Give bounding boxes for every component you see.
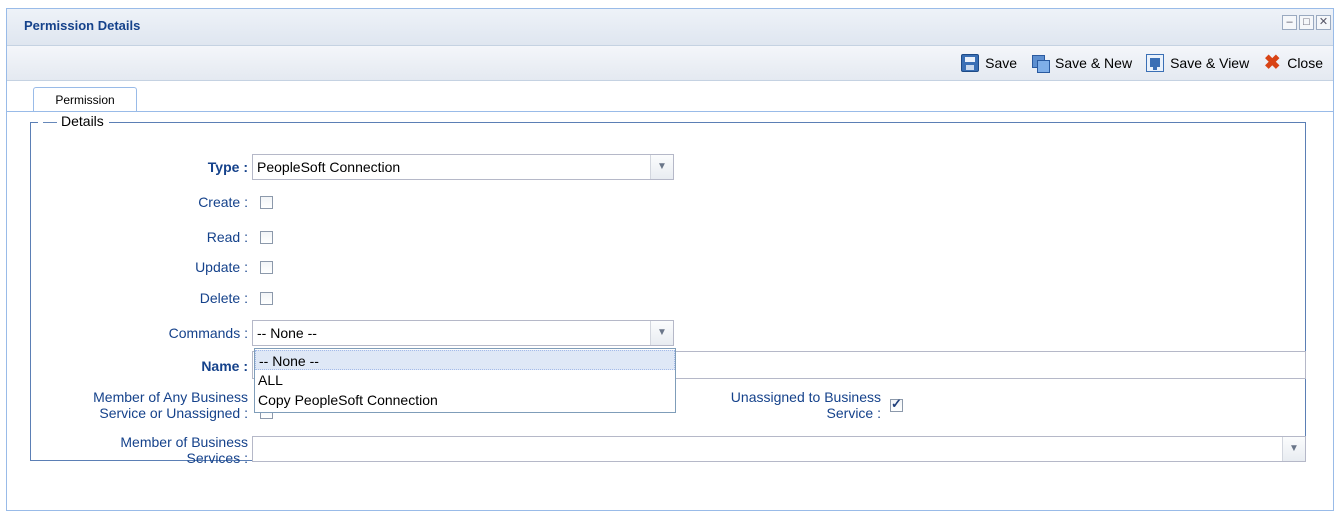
minimize-icon[interactable]: – (1282, 15, 1297, 30)
commands-label: Commands : (168, 325, 248, 341)
member-services-label-line2: Services : (186, 450, 248, 466)
commands-option-copy[interactable]: Copy PeopleSoft Connection (255, 390, 675, 410)
save-button[interactable]: Save (961, 54, 1017, 72)
chevron-down-icon[interactable]: ▼ (650, 155, 673, 179)
unassigned-label: Unassigned to Business Service : (731, 389, 881, 421)
update-checkbox[interactable] (260, 261, 273, 274)
close-label: Close (1287, 55, 1323, 71)
save-view-icon (1146, 54, 1165, 72)
maximize-icon[interactable]: □ (1299, 15, 1314, 30)
details-legend: Details (38, 113, 109, 129)
save-new-label: Save & New (1055, 55, 1133, 71)
commands-dropdown-list: -- None -- ALL Copy PeopleSoft Connectio… (254, 348, 676, 413)
save-view-label: Save & View (1170, 55, 1250, 71)
member-services-label: Member of Business Services : (120, 434, 248, 466)
commands-option-all[interactable]: ALL (255, 370, 675, 390)
window-controls: – □ ✕ (1282, 15, 1331, 30)
unassigned-label-line2: Service : (826, 405, 881, 421)
create-checkbox[interactable] (260, 196, 273, 209)
delete-checkbox[interactable] (260, 292, 273, 305)
read-checkbox[interactable] (260, 231, 273, 244)
window-titlebar: Permission Details – □ ✕ (7, 9, 1333, 46)
commands-select[interactable]: -- None -- ▼ (252, 320, 674, 346)
tab-permission[interactable]: Permission (33, 87, 137, 111)
save-and-new-button[interactable]: Save & New (1031, 54, 1133, 73)
unassigned-checkbox[interactable] (890, 396, 903, 412)
save-icon (961, 54, 980, 72)
window-title: Permission Details (24, 18, 141, 33)
save-new-icon (1031, 54, 1051, 73)
member-services-label-line1: Member of Business (120, 434, 248, 450)
close-icon: ✖ (1263, 52, 1281, 74)
member-any-label-line2: Service or Unassigned : (99, 405, 248, 421)
toolbar: Save Save & New Save & View ✖ Close (7, 46, 1333, 81)
chevron-down-icon[interactable]: ▼ (650, 321, 673, 345)
save-label: Save (985, 55, 1018, 71)
name-label: Name : (201, 358, 248, 374)
read-label: Read : (206, 229, 248, 245)
toolbar-buttons: Save Save & New Save & View ✖ Close (961, 52, 1323, 74)
chevron-down-icon[interactable]: ▼ (1282, 437, 1305, 461)
unassigned-label-line1: Unassigned to Business (730, 389, 881, 405)
type-value: PeopleSoft Connection (257, 159, 401, 175)
tab-strip: Permission (7, 81, 1333, 112)
member-services-select[interactable]: ▼ (252, 436, 1306, 462)
delete-label: Delete : (199, 290, 248, 306)
type-label: Type : (207, 159, 248, 175)
close-button[interactable]: ✖ Close (1263, 52, 1323, 74)
commands-value: -- None -- (257, 325, 317, 341)
save-and-view-button[interactable]: Save & View (1146, 54, 1249, 72)
close-window-icon[interactable]: ✕ (1316, 15, 1331, 30)
member-any-label-line1: Member of Any Business (93, 389, 248, 405)
update-label: Update : (195, 259, 248, 275)
member-any-label: Member of Any Business Service or Unassi… (93, 389, 248, 421)
create-label: Create : (198, 194, 248, 210)
type-select[interactable]: PeopleSoft Connection ▼ (252, 154, 674, 180)
commands-option-none[interactable]: -- None -- (255, 350, 675, 370)
